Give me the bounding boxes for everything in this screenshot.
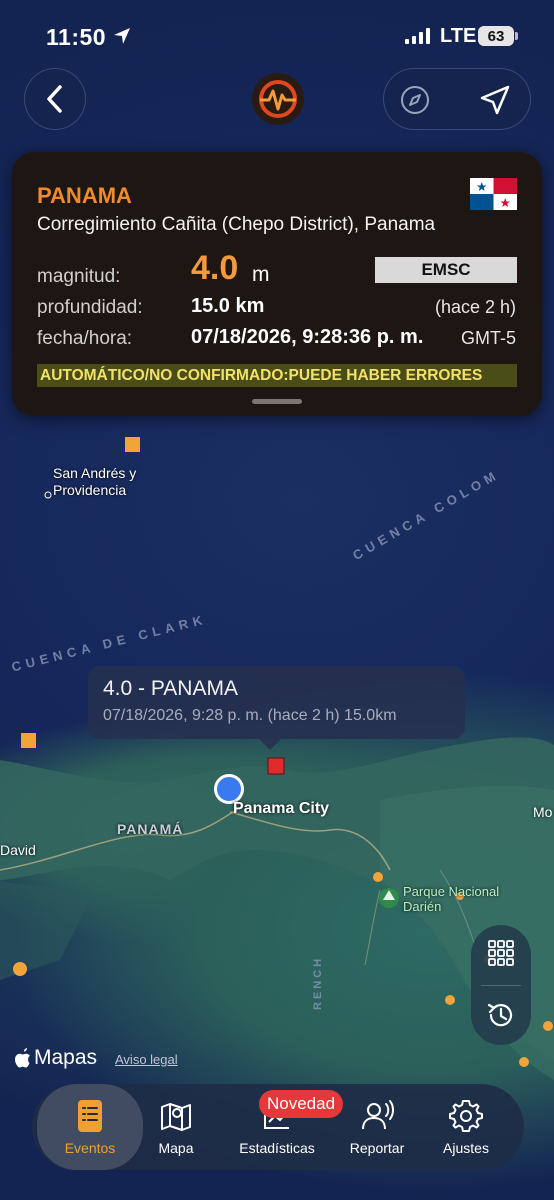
event-marker-minor	[519, 1057, 529, 1067]
event-marker-minor	[445, 995, 455, 1005]
tab-label: Mapa	[158, 1140, 194, 1156]
map-icon	[161, 1103, 191, 1131]
network-label: LTE	[440, 25, 477, 47]
new-badge: Novedad	[259, 1090, 344, 1118]
history-icon[interactable]	[485, 999, 517, 1031]
map-label-darien: Darién	[403, 899, 442, 914]
share-location-icon[interactable]	[478, 83, 512, 117]
time-ago: (hace 2 h)	[434, 297, 516, 317]
maps-attribution: Mapas	[14, 1046, 97, 1070]
map-label-mo: Mo	[533, 804, 553, 820]
gear-icon	[449, 1100, 483, 1132]
tab-eventos[interactable]: Eventos	[37, 1084, 143, 1170]
location-arrow-icon	[114, 28, 130, 44]
back-button[interactable]	[24, 68, 86, 130]
event-marker-minor	[543, 1021, 553, 1031]
grid-icon[interactable]	[487, 939, 515, 967]
chevron-left-icon	[47, 85, 62, 113]
tab-ajustes[interactable]: Ajustes	[432, 1084, 500, 1170]
legal-link[interactable]: Aviso legal	[115, 1052, 178, 1067]
status-time: 11:50	[46, 24, 107, 50]
battery-level: 63	[487, 27, 505, 45]
event-marker-minor	[125, 437, 140, 452]
event-detail-card[interactable]: PANAMA Corregimiento Cañita (Chepo Distr…	[12, 152, 542, 416]
list-icon	[78, 1100, 102, 1132]
tooltip-subtitle: 07/18/2026, 9:28 p. m. (hace 2 h) 15.0km	[103, 707, 397, 724]
timezone-value: GMT-5	[460, 328, 516, 348]
datetime-label: fecha/hora:	[37, 328, 133, 349]
maps-label: Mapas	[34, 1046, 98, 1069]
datetime-value: 07/18/2026, 9:28:36 p. m.	[191, 326, 424, 348]
app-logo	[252, 73, 304, 125]
map-label-panama: PANAMÁ	[117, 821, 184, 837]
map-tools-divider	[481, 985, 521, 986]
map-label-david: David	[0, 842, 36, 858]
map-label-parque: Parque Nacional	[403, 884, 500, 899]
event-title: PANAMA	[37, 183, 132, 208]
battery-icon: 63	[478, 26, 518, 46]
tab-label: Reportar	[349, 1140, 405, 1156]
tab-label: Estadísticas	[239, 1140, 315, 1156]
status-bar: 11:50 LTE 63	[0, 0, 554, 70]
event-marker-minor	[21, 733, 36, 748]
tooltip-title: 4.0 - PANAMA	[103, 677, 238, 700]
magnitude-unit: m	[252, 263, 270, 286]
tab-reportar[interactable]: Reportar	[340, 1084, 414, 1170]
tab-label: Ajustes	[443, 1140, 489, 1156]
tab-mapa[interactable]: Mapa	[143, 1084, 209, 1170]
apple-logo-icon	[15, 1048, 30, 1068]
sheet-grabber[interactable]	[252, 399, 302, 404]
signal-icon	[405, 28, 430, 44]
event-marker-minor	[373, 872, 383, 882]
unconfirmed-warning: AUTOMÁTICO/NO CONFIRMADO:PUEDE HABER ERR…	[37, 364, 517, 387]
map-label-san-andres: San Andrés y	[53, 465, 137, 481]
magnitude-label: magnitud:	[37, 266, 121, 287]
report-icon	[362, 1100, 394, 1130]
magnitude-value: 4.0	[191, 249, 239, 287]
event-region: Corregimiento Cañita (Chepo District), P…	[37, 214, 436, 235]
seismograph-logo-icon	[259, 80, 297, 118]
panama-flag-icon	[470, 178, 517, 210]
depth-label: profundidad:	[37, 297, 143, 318]
city-dot	[44, 491, 52, 499]
source-badge[interactable]: EMSC	[375, 257, 517, 283]
depth-value: 15.0 km	[191, 295, 265, 317]
map-label-panama-city: Panama City	[233, 800, 330, 817]
tab-label: Eventos	[64, 1140, 116, 1156]
event-marker-minor	[13, 962, 27, 976]
compass-icon[interactable]	[399, 84, 431, 116]
map-label-providencia: Providencia	[53, 482, 127, 498]
event-tooltip[interactable]: 4.0 - PANAMA 07/18/2026, 9:28 p. m. (hac…	[88, 666, 465, 750]
top-right-controls	[383, 68, 531, 130]
map-tools	[471, 925, 531, 1045]
water-label-trench: RENCH	[312, 955, 324, 1010]
event-marker	[267, 757, 285, 775]
